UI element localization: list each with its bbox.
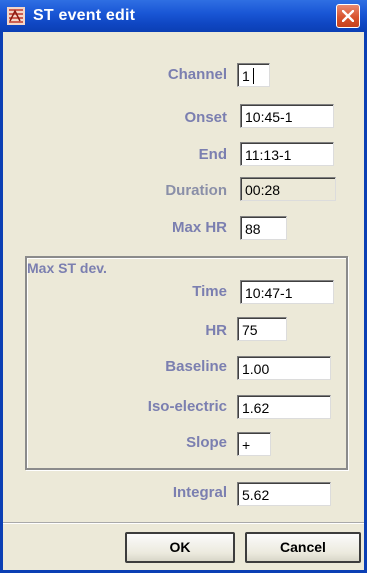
duration-field: 00:28 [240,177,336,201]
end-field[interactable]: 11:13-1 [240,142,334,166]
time-value: 10:47-1 [245,285,293,301]
max-hr-label: Max HR [171,219,227,236]
button-separator [3,522,364,524]
hr-value: 75 [242,322,258,338]
max-hr-field[interactable]: 88 [240,216,287,240]
max-st-dev-title: Max ST dev. [27,260,107,276]
onset-field[interactable]: 10:45-1 [240,104,334,128]
window-title: ST event edit [33,7,136,24]
text-caret [252,68,254,84]
slope-label: Slope [186,434,227,451]
cancel-button[interactable]: Cancel [245,532,361,563]
hr-field[interactable]: 75 [237,317,287,341]
iso-electric-field[interactable]: 1.62 [237,395,331,419]
close-button[interactable] [336,4,360,28]
title-bar[interactable]: ST event edit [0,0,367,32]
slope-field[interactable]: + [237,432,271,456]
time-label: Time [192,283,227,300]
baseline-field[interactable]: 1.00 [237,356,331,380]
close-icon [342,10,354,22]
ok-button[interactable]: OK [125,532,235,563]
duration-value: 00:28 [245,182,281,198]
end-value: 11:13-1 [245,147,292,163]
time-field[interactable]: 10:47-1 [240,280,334,304]
integral-value: 5.62 [242,487,270,503]
window-frame-left [0,32,3,573]
channel-value: 1 [242,68,250,84]
onset-value: 10:45-1 [245,109,293,125]
integral-field[interactable]: 5.62 [237,482,331,506]
baseline-value: 1.00 [242,361,270,377]
end-label: End [198,146,227,163]
st-event-edit-dialog: ST event edit Channel 1 Onset 10:45-1 En… [0,0,367,573]
channel-field[interactable]: 1 [237,63,270,87]
iso-electric-label: Iso-electric [147,398,227,415]
hr-label: HR [205,322,227,339]
integral-label: Integral [172,484,227,501]
iso-electric-value: 1.62 [242,400,270,416]
channel-label: Channel [167,66,227,83]
duration-label: Duration [165,182,227,199]
app-logo-icon [7,7,25,25]
slope-value: + [242,437,251,453]
max-hr-value: 88 [245,221,261,237]
onset-label: Onset [184,109,227,126]
baseline-label: Baseline [165,358,227,375]
